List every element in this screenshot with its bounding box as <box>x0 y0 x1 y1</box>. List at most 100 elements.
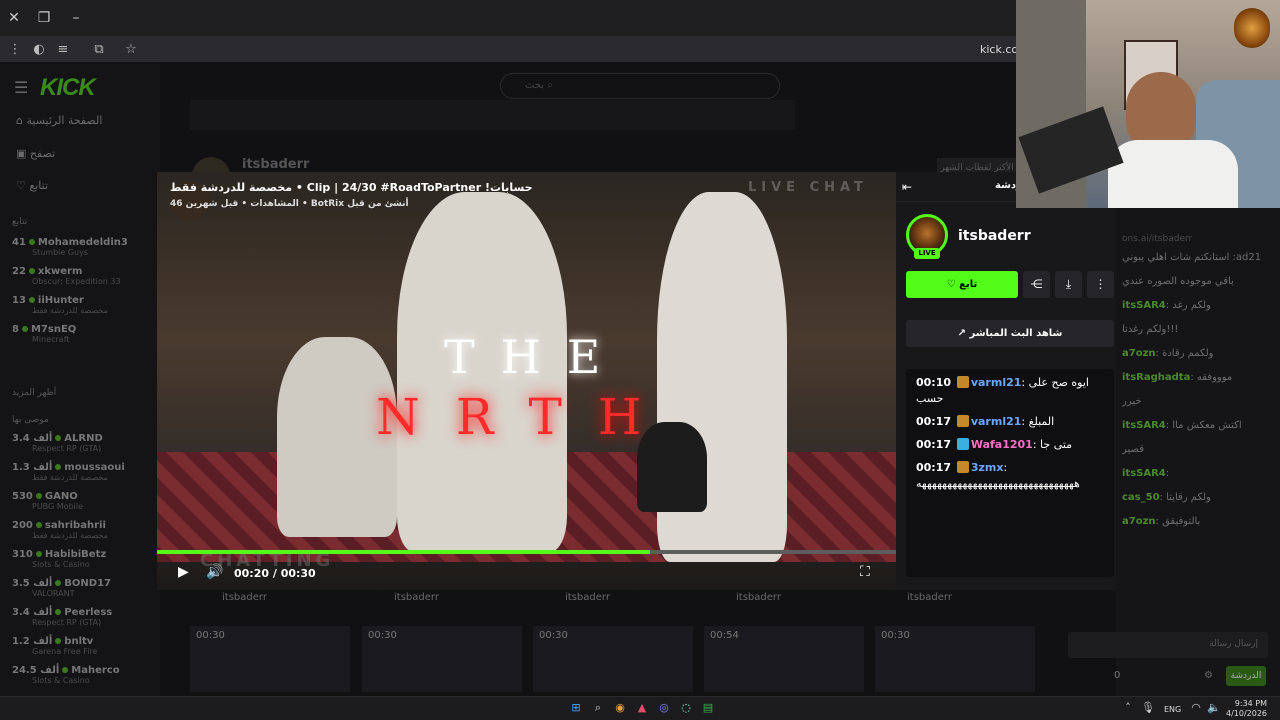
follow-button[interactable]: ♡ تابع <box>906 271 1018 298</box>
app-icon[interactable]: ▤ <box>700 700 716 716</box>
channel-name: xkwerm <box>37 266 83 277</box>
show-more-link[interactable]: أظهر المزيد <box>12 388 56 398</box>
more-options-button[interactable]: ⋮ <box>1087 271 1114 298</box>
app-icon[interactable]: ◌ <box>678 700 694 716</box>
chat-text: : المبلغ <box>1021 415 1055 428</box>
user-badge-icon <box>956 415 969 427</box>
download-button[interactable]: ⤓ <box>1055 271 1082 298</box>
kick-logo[interactable]: KICK <box>40 74 96 102</box>
chat-timestamp: 00:17 <box>916 461 955 474</box>
wifi-icon[interactable]: ◠ <box>1188 700 1204 716</box>
playlist-icon[interactable]: ≡ <box>54 41 72 59</box>
channel-row-name: 3.4 ألف ALRND <box>12 433 140 444</box>
discord-icon[interactable]: ◎ <box>656 700 672 716</box>
extensions-icon[interactable]: ⧉ <box>90 41 108 59</box>
nav-label: تتابع <box>29 179 49 192</box>
microphone-icon[interactable]: 🎙 <box>1140 700 1156 716</box>
hamburger-icon[interactable]: ☰ <box>14 78 28 97</box>
collapse-panel-icon[interactable]: ⇤ <box>902 180 912 194</box>
chat-banner-link[interactable]: ons.ai/itsbaderr <box>1122 234 1192 244</box>
clip-card-channel[interactable]: itsbaderr <box>222 592 267 603</box>
channel-name: M7snEQ <box>30 324 77 335</box>
viewer-count: 3.4 ألف <box>12 607 53 618</box>
chat-timestamp: 00:17 <box>916 415 955 428</box>
chat-send-button[interactable]: الدردشة <box>1226 666 1266 686</box>
language-indicator[interactable]: ENG <box>1164 705 1181 714</box>
close-icon[interactable]: ✕ <box>4 8 24 28</box>
volume-icon[interactable]: 🔊 <box>206 564 223 580</box>
chat-username[interactable]: itsSAR4 <box>1122 300 1166 311</box>
clock-time: 9:34 PM <box>1234 699 1268 708</box>
chat-username[interactable]: cas_50 <box>1122 492 1160 503</box>
sidebar-channel[interactable]: 3.5 ألف BOND17 VALORANT <box>12 578 140 598</box>
chat-message: 00:17 varml21: المبلغ <box>916 414 1104 430</box>
share-button[interactable]: ⋲ <box>1023 271 1050 298</box>
speaker-icon[interactable]: 🔈 <box>1206 700 1222 716</box>
watch-live-button[interactable]: ↗ شاهد البث المباشر <box>906 320 1114 347</box>
settings-gear-icon[interactable]: ⚙ <box>1204 670 1213 681</box>
nav-label: تصفح <box>29 147 56 160</box>
sidebar-channel[interactable]: 8 M7snEQ Minecraft <box>12 324 140 344</box>
tray-chevron-icon[interactable]: ˄ <box>1120 700 1136 716</box>
bg-banner <box>190 100 795 130</box>
chat-username[interactable]: Wafa1201 <box>971 438 1033 451</box>
menu-dots-icon[interactable]: ⋮ <box>6 41 24 59</box>
live-dot-icon <box>55 580 62 586</box>
extension-icon[interactable]: ◐ <box>30 41 48 59</box>
chat-text: : <box>1165 468 1170 479</box>
channel-name: iiHunter <box>37 295 84 306</box>
sidebar-channel[interactable]: 200 sahribahrii مخصصة للدردشة فقط <box>12 520 140 540</box>
viewer-count: 41 <box>12 237 26 248</box>
app-icon[interactable]: ▲ <box>634 700 650 716</box>
nav-following[interactable]: ♡ تتابع <box>16 179 48 192</box>
sidebar-channel[interactable]: 13 iiHunter مخصصة للدردشة فقط <box>12 295 140 315</box>
sidebar-channel[interactable]: 530 GANO PUBG Mobile <box>12 491 140 511</box>
channel-name[interactable]: itsbaderr <box>958 228 1031 244</box>
sidebar-channel[interactable]: 41 Mohamedeldin3 Stumble Guys <box>12 237 140 257</box>
sidebar-channel[interactable]: 1.2 ألف bnltv Garena Free Fire <box>12 636 140 656</box>
chat-input[interactable]: إرسال رسالة <box>1068 632 1268 658</box>
sidebar-channel[interactable]: 310 HabibiBetz Slots & Casino <box>12 549 140 569</box>
viewer-count: 200 <box>12 520 33 531</box>
sidebar-channel[interactable]: 22 xkwerm Obscur: Expedition 33 <box>12 266 140 286</box>
live-dot-icon <box>28 297 35 303</box>
system-clock[interactable]: 9:34 PM 4/10/2026 <box>1226 699 1267 719</box>
chrome-icon[interactable]: ◉ <box>612 700 628 716</box>
fullscreen-icon[interactable]: ⛶ <box>860 564 870 580</box>
bookmark-star-icon[interactable]: ☆ <box>122 41 140 59</box>
live-chat-line: itsSAR4: <box>1122 468 1274 479</box>
chat-username[interactable]: varml21 <box>971 376 1022 389</box>
chat-username[interactable]: itsSAR4 <box>1122 420 1166 431</box>
clip-card-channel[interactable]: itsbaderr <box>907 592 952 603</box>
chat-username[interactable]: varml21 <box>971 415 1022 428</box>
taskbar-search-icon[interactable]: ⌕ <box>590 700 606 716</box>
search-input[interactable]: ⌕ بحث <box>500 73 780 99</box>
live-dot-icon <box>35 493 42 499</box>
sidebar-channel[interactable]: 3.4 ألف Peerless Respect RP (GTA) <box>12 607 140 627</box>
share-icon: ⋲ <box>1030 277 1043 291</box>
time-display: 00:20 / 00:30 <box>234 567 316 580</box>
search-icon: ⌕ <box>544 80 553 91</box>
channel-category: Garena Free Fire <box>32 647 98 656</box>
clip-card-channel[interactable]: itsbaderr <box>394 592 439 603</box>
sidebar-channel[interactable]: 1.3 ألف moussaoui مخصصة للدردشة فقط <box>12 462 140 482</box>
restore-icon[interactable]: ❐ <box>34 8 54 28</box>
clip-card-channel[interactable]: itsbaderr <box>736 592 781 603</box>
chat-username[interactable]: 3zmx <box>971 461 1004 474</box>
chat-username[interactable]: itsRaghadta <box>1122 372 1190 383</box>
windows-start-icon[interactable]: ⊞ <box>568 700 584 716</box>
channel-row-name: 13 iiHunter <box>12 295 140 306</box>
channel-category: PUBG Mobile <box>32 502 84 511</box>
chat-username[interactable]: a7ozn <box>1122 516 1156 527</box>
sidebar-channel[interactable]: 24.5 ألف Maherco Slots & Casino <box>12 665 140 685</box>
chat-username[interactable]: itsSAR4 <box>1122 468 1166 479</box>
sidebar-channel[interactable]: 3.4 ألف ALRND Respect RP (GTA) <box>12 433 140 453</box>
nav-home[interactable]: ⌂ الصفحة الرئيسية <box>16 114 102 127</box>
viewer-count: 530 <box>12 491 33 502</box>
play-icon[interactable]: ▶ <box>178 564 189 580</box>
minimize-icon[interactable]: – <box>66 8 86 28</box>
nav-browse[interactable]: ▣ تصفح <box>16 147 55 160</box>
live-dot-icon <box>55 638 62 644</box>
chat-username[interactable]: a7ozn <box>1122 348 1156 359</box>
clip-card-channel[interactable]: itsbaderr <box>565 592 610 603</box>
